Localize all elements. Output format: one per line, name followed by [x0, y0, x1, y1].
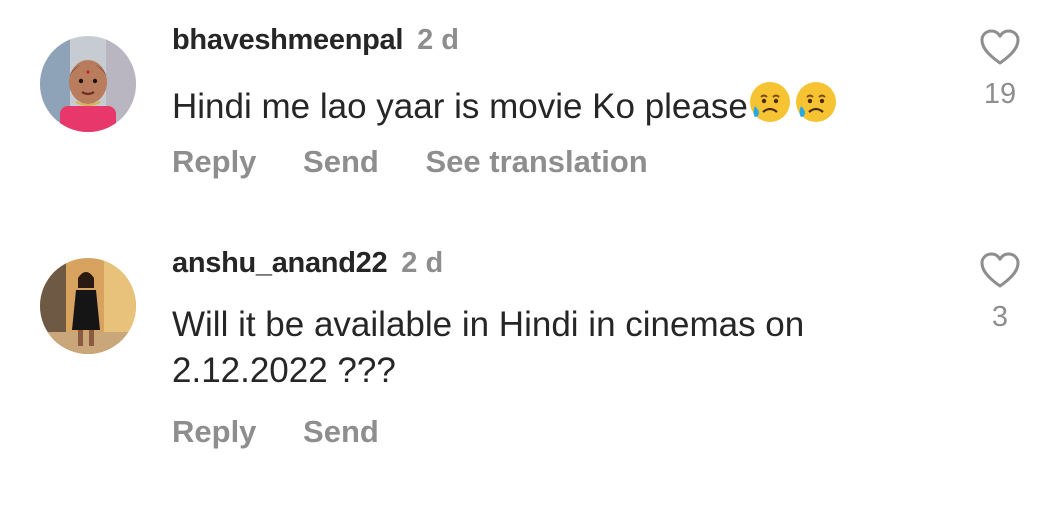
timestamp: 2 d	[401, 247, 444, 279]
comment-text-content: Hindi me lao yaar is movie Ko please	[172, 87, 748, 126]
avatar-image	[40, 258, 136, 354]
heart-outline-icon[interactable]	[979, 251, 1021, 289]
avatar-image	[40, 36, 136, 132]
avatar[interactable]	[40, 258, 136, 354]
comment-text-line: 2.12.2022 ???	[172, 351, 396, 390]
comment-actions: Reply Send See translation	[172, 140, 648, 184]
comment-text: Will it be available in Hindi in cinemas…	[172, 302, 932, 394]
avatar[interactable]	[40, 36, 136, 132]
timestamp: 2 d	[417, 24, 460, 56]
username[interactable]: bhaveshmeenpal	[172, 24, 403, 56]
like-count: 19	[983, 78, 1017, 110]
send-button[interactable]: Send	[303, 140, 379, 184]
crying-face-emoji	[794, 80, 840, 136]
send-button[interactable]: Send	[303, 410, 379, 454]
comment-header: anshu_anand22 2 d	[172, 243, 443, 283]
comment-text-line: Will it be available in Hindi in cinemas…	[172, 305, 805, 344]
comment-actions: Reply Send	[172, 410, 379, 454]
like-control: 19	[962, 28, 1038, 112]
heart-outline-icon[interactable]	[979, 28, 1021, 66]
comment-header: bhaveshmeenpal 2 d	[172, 20, 459, 60]
crying-face-emoji	[748, 80, 794, 136]
see-translation-button[interactable]: See translation	[425, 140, 647, 184]
like-control: 3	[962, 251, 1038, 335]
reply-button[interactable]: Reply	[172, 410, 256, 454]
reply-button[interactable]: Reply	[172, 140, 256, 184]
like-count: 3	[991, 301, 1009, 333]
comment-text: Hindi me lao yaar is movie Ko please	[172, 80, 932, 136]
username[interactable]: anshu_anand22	[172, 247, 388, 279]
